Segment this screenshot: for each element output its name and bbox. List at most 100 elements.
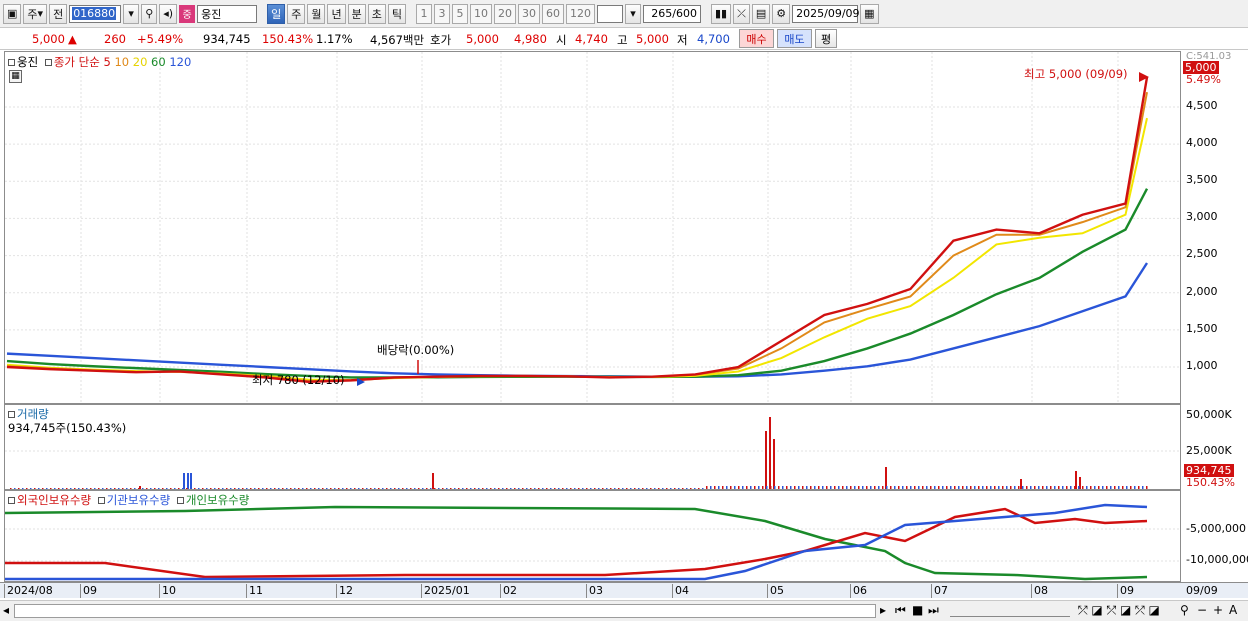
indicator-icon[interactable]: ⤫ xyxy=(733,3,750,24)
volume-bar xyxy=(810,486,812,489)
volume-bar xyxy=(762,486,764,489)
stock-name-field[interactable]: 웅진 xyxy=(197,4,258,23)
scroll-right-icon[interactable]: ▸ xyxy=(880,603,886,617)
period-day[interactable]: 일 xyxy=(267,3,286,24)
interval-dropdown-icon[interactable]: ▾ xyxy=(624,3,641,24)
zoom-slider[interactable] xyxy=(950,603,1070,617)
volume-bar xyxy=(954,486,956,489)
holder-pane[interactable]: 외국인보유수량 기관보유수량 개인보유수량 xyxy=(4,490,1182,582)
prev-button[interactable]: 전 xyxy=(49,3,68,24)
volume-bar xyxy=(18,488,20,489)
speaker-icon[interactable]: ◂) xyxy=(159,3,178,24)
price-pane[interactable]: 웅진 종가 단순 5 10 20 60 120 ▦ 최고 5,000 (09/0… xyxy=(4,51,1182,405)
quote-price: 5,000 xyxy=(32,32,65,46)
interval-custom-input[interactable] xyxy=(596,4,623,23)
volume-bar xyxy=(1086,486,1088,489)
candle-type-icon[interactable]: ▮▮ xyxy=(710,3,732,24)
search-icon[interactable]: ⚲ xyxy=(141,3,158,24)
interval-5[interactable]: 5 xyxy=(451,3,468,24)
first-page-icon[interactable]: ⏮ xyxy=(895,603,906,618)
zoom-in-icon[interactable]: + xyxy=(1213,603,1223,617)
interval-30[interactable]: 30 xyxy=(517,3,540,24)
volume-bar xyxy=(678,488,680,489)
volume-bar xyxy=(418,488,420,489)
interval-20[interactable]: 20 xyxy=(493,3,516,24)
volume-bar xyxy=(894,486,896,489)
volume-bar xyxy=(846,486,848,489)
volume-bar xyxy=(922,486,924,489)
save-icon[interactable]: ▤ xyxy=(751,3,771,24)
volume-bar xyxy=(902,486,904,489)
volume-bar xyxy=(310,488,312,489)
vol-tick: 50,000K xyxy=(1186,408,1232,421)
tool-icons[interactable]: ⤱ ◪ ⤱ ◪ ⤱ ◪ xyxy=(1078,603,1160,618)
volume-bar xyxy=(870,486,872,489)
interval-120[interactable]: 120 xyxy=(565,3,595,24)
auto-scale-icon[interactable]: A xyxy=(1229,603,1237,617)
volume-bar xyxy=(706,486,708,489)
volume-bar xyxy=(758,486,760,489)
sell-button[interactable]: 매도 xyxy=(777,29,812,48)
volume-bar xyxy=(54,488,56,489)
volume-bar xyxy=(50,488,52,489)
volume-bar xyxy=(294,488,296,489)
calendar-icon[interactable]: ▦ xyxy=(860,3,879,24)
grid-toggle-icon[interactable]: ▦ xyxy=(9,70,22,83)
period-tick[interactable]: 틱 xyxy=(387,3,406,24)
count-field[interactable]: 265/600 xyxy=(642,4,701,23)
volume-bar xyxy=(698,488,700,489)
x-label: 03 xyxy=(586,584,603,598)
volume-bar xyxy=(178,488,180,489)
volume-bar xyxy=(106,488,108,489)
volume-bar xyxy=(806,486,808,489)
open-price: 4,740 xyxy=(575,32,608,46)
interval-3[interactable]: 3 xyxy=(433,3,450,24)
buy-button[interactable]: 매수 xyxy=(739,29,774,48)
volume-bar xyxy=(1122,486,1124,489)
period-minute[interactable]: 분 xyxy=(347,3,366,24)
scroll-left-icon[interactable]: ◂ xyxy=(3,603,9,617)
volume-bar xyxy=(90,488,92,489)
stop-icon[interactable]: ■ xyxy=(912,603,923,617)
zoom-search-icon[interactable]: ⚲ xyxy=(1180,603,1189,617)
high-label: 고 xyxy=(617,33,628,47)
flat-button[interactable]: 평 xyxy=(815,29,837,48)
interval-60[interactable]: 60 xyxy=(541,3,564,24)
period-week[interactable]: 주 xyxy=(287,3,306,24)
holder-y-axis: -5,000,000 -10,000,000 xyxy=(1181,490,1248,582)
date-field[interactable]: 2025/09/09 xyxy=(792,4,860,23)
volume-bar xyxy=(878,486,880,489)
volume-bar xyxy=(682,488,684,489)
ma-series-line-5 xyxy=(6,77,1149,384)
volume-tag-pct: 150.43% xyxy=(1186,476,1235,489)
interval-10[interactable]: 10 xyxy=(469,3,492,24)
stock-code-input[interactable]: 016880 xyxy=(69,4,122,23)
volume-bar xyxy=(790,486,792,489)
volume-bar xyxy=(590,488,592,489)
settings-gear-icon[interactable]: ⚙ xyxy=(772,3,791,24)
period-year[interactable]: 년 xyxy=(327,3,346,24)
volume-bar xyxy=(162,488,164,489)
bottom-scroll-controls: ◂ ▸ ⏮ ■ ⏭ ⤱ ◪ ⤱ ◪ ⤱ ◪ ⚲ − + A xyxy=(0,600,1248,621)
volume-y-axis: 50,000K 25,000K 934,745 150.43% xyxy=(1181,404,1248,490)
volume-bar xyxy=(574,488,576,489)
interval-1[interactable]: 1 xyxy=(415,3,432,24)
last-page-icon[interactable]: ⏭ xyxy=(928,603,939,618)
horizontal-scrollbar[interactable] xyxy=(14,604,876,618)
volume-bar xyxy=(1038,486,1040,489)
code-dropdown-icon[interactable]: ▾ xyxy=(123,3,140,24)
volume-bar xyxy=(738,486,740,489)
period-month[interactable]: 월 xyxy=(307,3,326,24)
window-menu-icon[interactable]: ▣ xyxy=(3,3,22,24)
volume-bar xyxy=(1026,486,1028,489)
period-second[interactable]: 초 xyxy=(367,3,386,24)
volume-bar xyxy=(110,488,112,489)
volume-bar xyxy=(226,488,228,489)
volume-bar xyxy=(414,488,416,489)
x-label: 10 xyxy=(159,584,176,598)
holder-tick: -5,000,000 xyxy=(1186,522,1246,535)
zoom-out-icon[interactable]: − xyxy=(1197,603,1207,617)
volume-bar xyxy=(814,486,816,489)
market-mode-select[interactable]: 주 ▾ xyxy=(23,3,48,24)
volume-pane[interactable]: 거래량 934,745주(150.43%) xyxy=(4,404,1182,490)
